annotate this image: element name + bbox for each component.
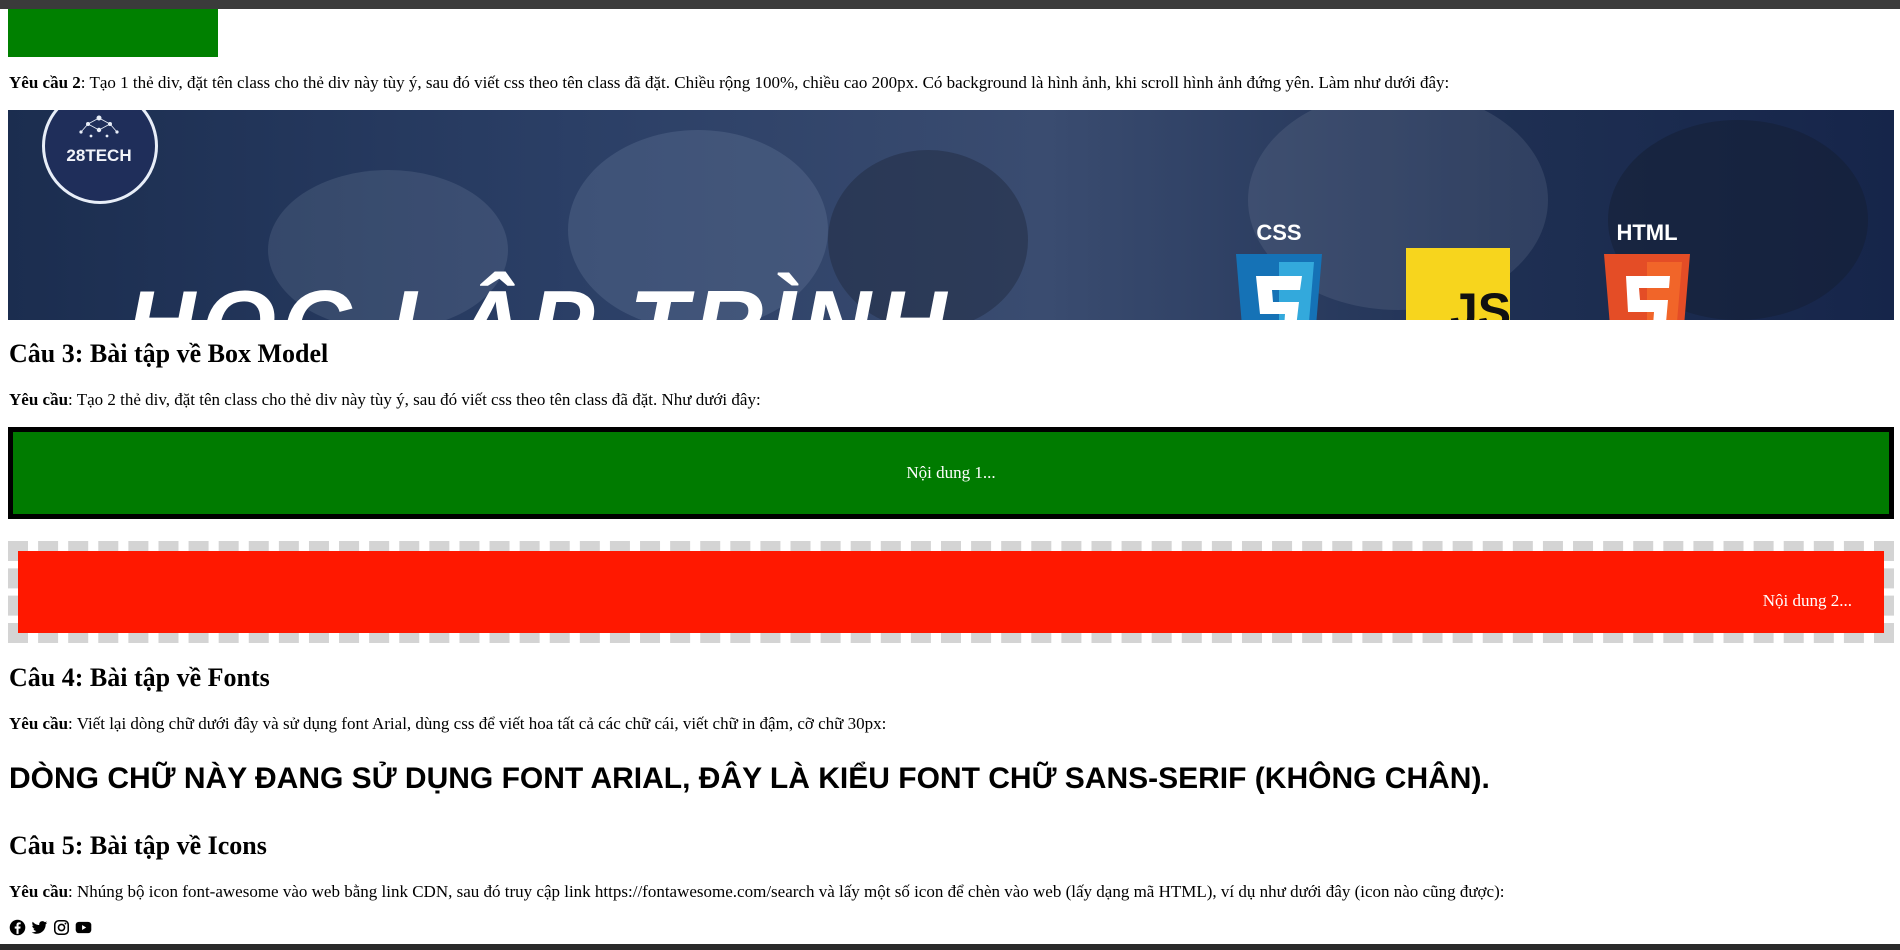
requirement-label: Yêu cầu [9, 714, 69, 733]
html5-shield-icon [1604, 254, 1690, 320]
requirement-text: : Tạo 1 thẻ div, đặt tên class cho thẻ d… [80, 73, 1450, 92]
browser-top-bar [0, 0, 1900, 9]
requirement-3: Yêu cầu: Tạo 2 thẻ div, đặt tên class ch… [9, 390, 761, 410]
html-label: HTML [1616, 220, 1678, 245]
content-box-2: Nội dung 2... [18, 551, 1884, 633]
twitter-icon[interactable] [31, 919, 48, 936]
css-badge: CSS [1234, 220, 1324, 320]
browser-bottom-edge [0, 944, 1900, 950]
instagram-icon[interactable] [53, 919, 70, 936]
js-badge: JS [1406, 248, 1512, 320]
requirement-4: Yêu cầu: Viết lại dòng chữ dưới đây và s… [9, 714, 886, 734]
previous-green-div [8, 9, 218, 57]
html-badge: HTML [1602, 220, 1692, 320]
content-box-1: Nội dung 1... [8, 427, 1894, 519]
content-box-2-dashed-border: Nội dung 2... [8, 541, 1894, 643]
facebook-icon[interactable] [9, 919, 26, 936]
requirement-2: Yêu cầu 2: Tạo 1 thẻ div, đặt tên class … [9, 73, 1449, 93]
requirement-text: : Nhúng bộ icon font-awesome vào web bằn… [68, 882, 1505, 901]
css3-shield-icon [1236, 254, 1322, 320]
requirement-label: Yêu cầu [9, 882, 69, 901]
content-box-2-text: Nội dung 2... [1762, 591, 1852, 610]
js-label: JS [1450, 283, 1512, 320]
section-3-heading: Câu 3: Bài tập về Box Model [9, 339, 329, 368]
network-dots-icon [79, 115, 119, 138]
content-box-1-text: Nội dung 1... [906, 463, 996, 482]
fixed-background-banner: 28TECH HỌC LẬP TRÌNH CSS JS HTML [8, 110, 1894, 320]
requirement-label: Yêu cầu 2 [9, 73, 81, 92]
requirement-5: Yêu cầu: Nhúng bộ icon font-awesome vào … [9, 882, 1504, 902]
social-icons [9, 919, 92, 936]
arial-sample-text: DÒNG CHỮ NÀY ĐANG SỬ DỤNG FONT ARIAL, ĐÂ… [9, 762, 1490, 795]
requirement-label: Yêu cầu [9, 390, 69, 409]
youtube-icon[interactable] [75, 919, 92, 936]
banner-headline: HỌC LẬP TRÌNH [126, 270, 952, 320]
section-4-heading: Câu 4: Bài tập về Fonts [9, 663, 270, 692]
requirement-text: : Viết lại dòng chữ dưới đây và sử dụng … [68, 714, 887, 733]
logo-text: 28TECH [66, 146, 132, 165]
css-label: CSS [1256, 220, 1302, 245]
section-5-heading: Câu 5: Bài tập về Icons [9, 831, 267, 860]
requirement-text: : Tạo 2 thẻ div, đặt tên class cho thẻ d… [68, 390, 761, 409]
